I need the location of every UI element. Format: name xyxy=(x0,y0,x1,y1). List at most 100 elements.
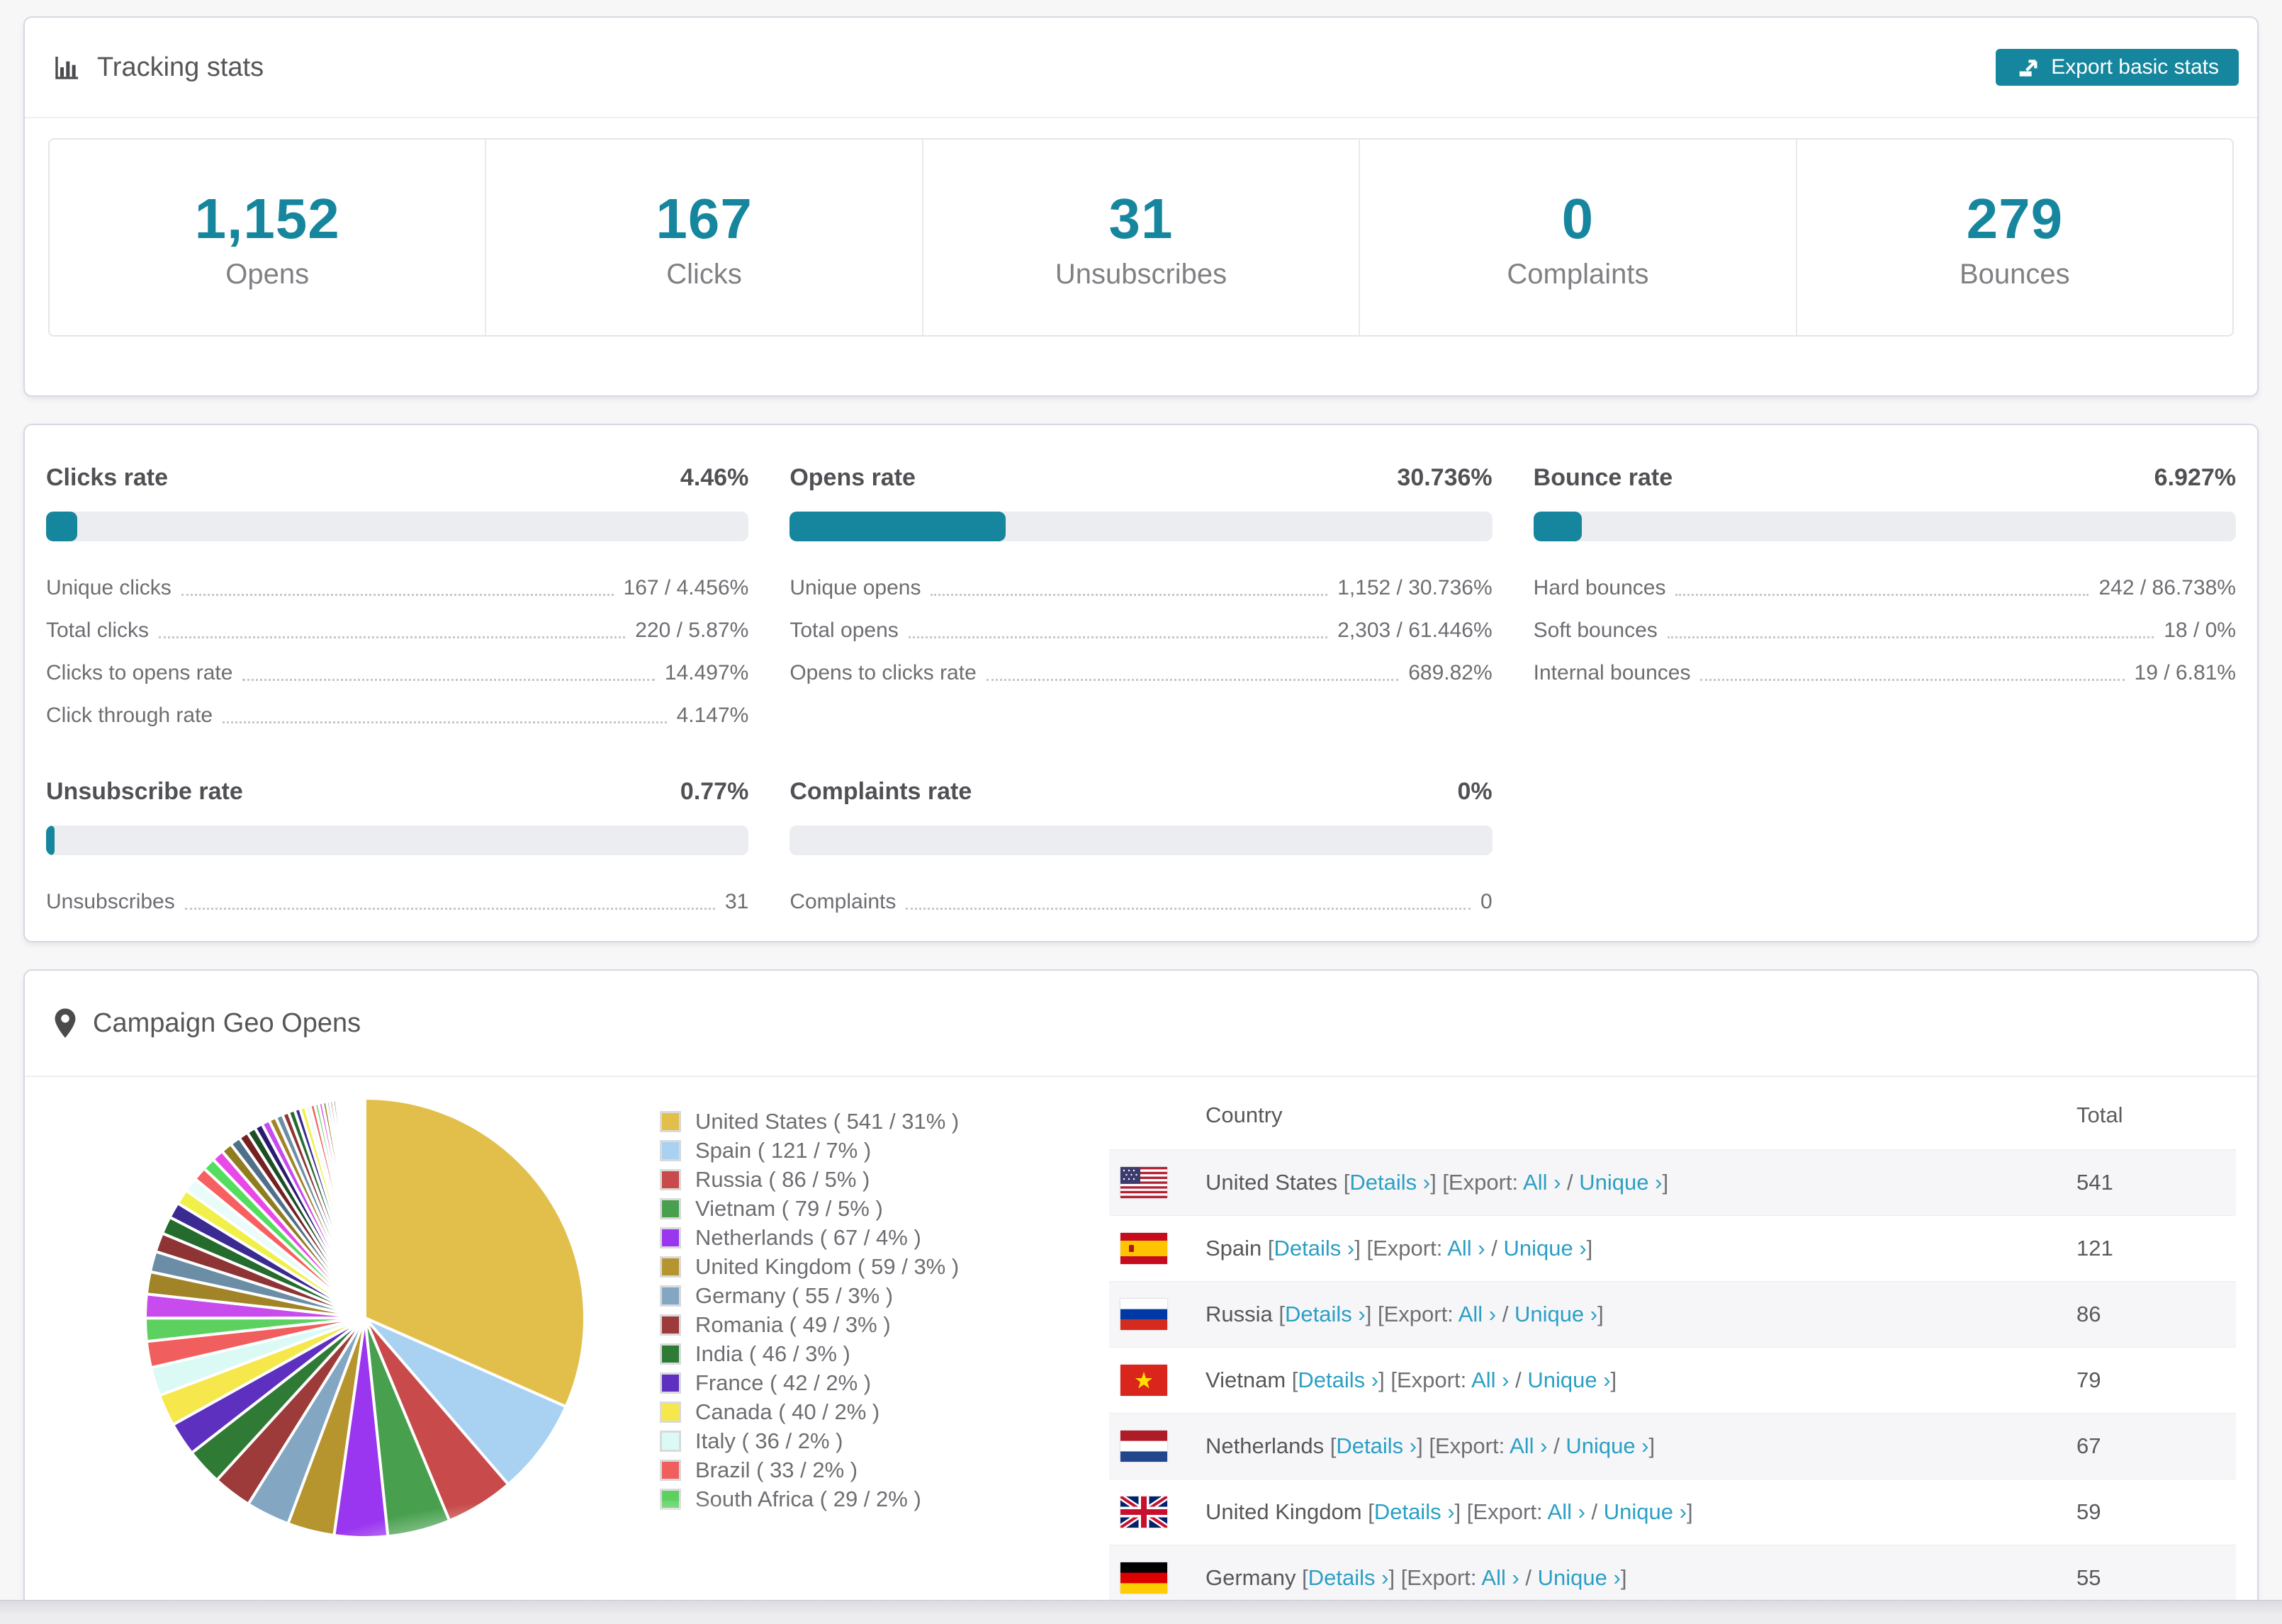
legend-item-vietnam: Vietnam ( 79 / 5% ) xyxy=(660,1194,1092,1223)
export-unique-link[interactable]: Unique › xyxy=(1503,1236,1586,1261)
legend-item-romania: Romania ( 49 / 3% ) xyxy=(660,1310,1092,1339)
export-basic-stats-button[interactable]: Export basic stats xyxy=(1996,49,2239,86)
country-name: Russia xyxy=(1205,1302,1273,1326)
export-all-link[interactable]: All › xyxy=(1471,1368,1509,1392)
detail-label: Unique opens xyxy=(789,576,921,599)
geo-content: United States ( 541 / 31% ) Spain ( 121 /… xyxy=(25,1077,2257,1611)
stat-value: 1,152 xyxy=(194,187,340,250)
legend-label: Brazil ( 33 / 2% ) xyxy=(695,1457,858,1482)
legend-item-canada: Canada ( 40 / 2% ) xyxy=(660,1397,1092,1426)
legend-label: Germany ( 55 / 3% ) xyxy=(695,1282,894,1308)
export-all-link[interactable]: All › xyxy=(1447,1236,1485,1261)
export-unique-link[interactable]: Unique › xyxy=(1604,1499,1687,1524)
geo-table-row-nl: Netherlands [Details ›] [Export: All › /… xyxy=(1109,1413,2236,1479)
pie-legend: United States ( 541 / 31% ) Spain ( 121 /… xyxy=(660,1107,1092,1611)
tracking-stats-header: Tracking stats Export basic stats xyxy=(25,18,2257,118)
rate-detail-row: Total opens 2,303 / 61.446% xyxy=(789,609,1492,652)
rate-progress-track xyxy=(1533,512,2236,541)
geo-opens-title: Campaign Geo Opens xyxy=(53,1008,361,1039)
legend-label: France ( 42 / 2% ) xyxy=(695,1370,872,1395)
legend-swatch xyxy=(660,1139,681,1161)
export-unique-link[interactable]: Unique › xyxy=(1527,1368,1610,1392)
rate-progress-track xyxy=(46,825,749,855)
export-all-link[interactable]: All › xyxy=(1458,1302,1496,1326)
legend-swatch xyxy=(660,1430,681,1452)
stat-value: 31 xyxy=(1108,187,1174,250)
flag-gb-icon xyxy=(1120,1496,1167,1528)
details-link[interactable]: Details › xyxy=(1285,1302,1366,1326)
detail-value: 1,152 / 30.736% xyxy=(1337,576,1493,599)
rate-progress-fill xyxy=(1533,512,1583,541)
details-link[interactable]: Details › xyxy=(1374,1499,1455,1524)
stat-value: 279 xyxy=(1966,187,2064,250)
country-total: 121 xyxy=(2076,1236,2113,1261)
legend-swatch xyxy=(660,1168,681,1190)
rate-detail-row: Clicks to opens rate 14.497% xyxy=(46,652,748,694)
country-total: 59 xyxy=(2076,1499,2101,1524)
rate-detail-row: Hard bounces 242 / 86.738% xyxy=(1534,567,2236,609)
legend-item-france: France ( 42 / 2% ) xyxy=(660,1368,1092,1397)
legend-label: Netherlands ( 67 / 4% ) xyxy=(695,1224,921,1250)
rate-block-complaints-rate: Complaints rate 0% Complaints 0 xyxy=(789,778,1493,923)
bar-chart-icon xyxy=(55,57,78,79)
pie-slice[interactable] xyxy=(362,1096,366,1319)
tracking-stats-title: Tracking stats xyxy=(53,52,264,83)
rate-block-unsubscribe-rate: Unsubscribe rate 0.77% Unsubscribes 31 xyxy=(46,778,749,923)
flag-vn-icon xyxy=(1120,1365,1167,1396)
details-link[interactable]: Details › xyxy=(1349,1170,1430,1195)
export-unique-link[interactable]: Unique › xyxy=(1566,1433,1648,1458)
export-all-link[interactable]: All › xyxy=(1523,1170,1561,1195)
rate-title: Bounce rate xyxy=(1533,464,1673,491)
export-all-link[interactable]: All › xyxy=(1510,1433,1547,1458)
legend-label: Canada ( 40 / 2% ) xyxy=(695,1399,880,1424)
details-link[interactable]: Details › xyxy=(1336,1433,1417,1458)
export-unique-link[interactable]: Unique › xyxy=(1579,1170,1662,1195)
rate-progress-fill xyxy=(789,512,1006,541)
detail-label: Unsubscribes xyxy=(46,890,175,913)
dotted-leader xyxy=(159,636,626,638)
export-all-link[interactable]: All › xyxy=(1548,1499,1585,1524)
flag-ru-icon xyxy=(1120,1299,1167,1330)
legend-swatch xyxy=(660,1343,681,1365)
country-name: Netherlands xyxy=(1205,1433,1325,1458)
bottom-scroll-area xyxy=(0,1600,2282,1624)
details-link[interactable]: Details › xyxy=(1308,1565,1389,1590)
detail-label: Clicks to opens rate xyxy=(46,661,233,684)
rate-title: Opens rate xyxy=(789,464,916,491)
rate-detail-row: Complaints 0 xyxy=(789,881,1492,923)
details-link[interactable]: Details › xyxy=(1298,1368,1378,1392)
geo-pie-chart[interactable] xyxy=(138,1091,592,1545)
legend-swatch xyxy=(660,1459,681,1481)
legend-label: Spain ( 121 / 7% ) xyxy=(695,1137,872,1163)
detail-value: 689.82% xyxy=(1408,661,1493,684)
detail-value: 31 xyxy=(724,890,749,913)
map-pin-icon xyxy=(55,1008,76,1038)
detail-label: Hard bounces xyxy=(1533,576,1666,599)
export-unique-link[interactable]: Unique › xyxy=(1514,1302,1597,1326)
detail-value: 167 / 4.456% xyxy=(623,576,749,599)
legend-item-russia: Russia ( 86 / 5% ) xyxy=(660,1165,1092,1194)
legend-swatch xyxy=(660,1285,681,1307)
rate-detail-row: Click through rate 4.147% xyxy=(46,694,748,737)
dotted-leader xyxy=(184,907,715,910)
export-all-link[interactable]: All › xyxy=(1481,1565,1519,1590)
flag-nl-icon xyxy=(1120,1431,1167,1462)
export-unique-link[interactable]: Unique › xyxy=(1538,1565,1621,1590)
dotted-leader xyxy=(1700,678,2125,681)
detail-label: Total opens xyxy=(789,619,899,642)
pie-svg[interactable] xyxy=(138,1091,592,1545)
legend-item-germany: Germany ( 55 / 3% ) xyxy=(660,1281,1092,1310)
detail-value: 242 / 86.738% xyxy=(2098,576,2236,599)
country-total: 67 xyxy=(2076,1433,2101,1458)
geo-table-row-ru: Russia [Details ›] [Export: All › / Uniq… xyxy=(1109,1281,2236,1347)
dotted-leader xyxy=(181,593,614,596)
legend-item-india: India ( 46 / 3% ) xyxy=(660,1339,1092,1368)
dotted-leader xyxy=(906,907,1471,910)
rate-detail-row: Unsubscribes 31 xyxy=(46,881,748,923)
legend-item-south-africa: South Africa ( 29 / 2% ) xyxy=(660,1484,1092,1513)
legend-swatch xyxy=(660,1314,681,1336)
rate-progress-fill xyxy=(46,512,78,541)
legend-swatch xyxy=(660,1256,681,1278)
rate-block-bounce-rate: Bounce rate 6.927% Hard bounces 242 / 86.73… xyxy=(1533,464,2236,737)
details-link[interactable]: Details › xyxy=(1274,1236,1355,1261)
